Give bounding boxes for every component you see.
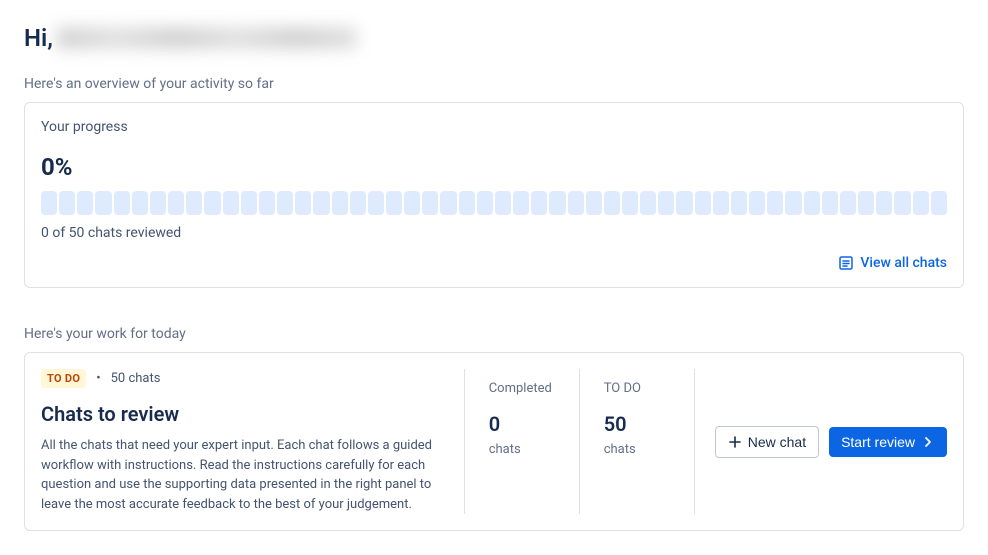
progress-block bbox=[785, 191, 801, 215]
progress-block bbox=[495, 191, 511, 215]
progress-block bbox=[622, 191, 638, 215]
work-description: All the chats that need your expert inpu… bbox=[41, 436, 444, 514]
progress-block bbox=[477, 191, 493, 215]
progress-status: 0 of 50 chats reviewed bbox=[41, 225, 947, 241]
todo-badge: TO DO bbox=[41, 369, 86, 388]
progress-block bbox=[404, 191, 420, 215]
progress-block bbox=[604, 191, 620, 215]
progress-block bbox=[658, 191, 674, 215]
progress-block bbox=[59, 191, 75, 215]
progress-card: Your progress 0% 0 of 50 chats reviewed … bbox=[24, 102, 964, 288]
progress-block bbox=[640, 191, 656, 215]
work-section-label: Here's your work for today bbox=[24, 326, 964, 342]
stat-todo-value: 50 bbox=[604, 412, 670, 436]
progress-block bbox=[731, 191, 747, 215]
progress-block bbox=[41, 191, 57, 215]
progress-block bbox=[894, 191, 910, 215]
progress-block bbox=[150, 191, 166, 215]
progress-block bbox=[440, 191, 456, 215]
progress-block bbox=[168, 191, 184, 215]
greeting-prefix: Hi, bbox=[24, 24, 53, 52]
progress-block bbox=[95, 191, 111, 215]
progress-block bbox=[241, 191, 257, 215]
progress-block bbox=[676, 191, 692, 215]
start-review-button[interactable]: Start review bbox=[829, 427, 947, 457]
progress-block bbox=[350, 191, 366, 215]
progress-block bbox=[549, 191, 565, 215]
progress-block bbox=[568, 191, 584, 215]
progress-block bbox=[531, 191, 547, 215]
progress-block bbox=[259, 191, 275, 215]
chevron-right-icon bbox=[921, 435, 935, 449]
greeting: Hi, bbox=[24, 24, 964, 52]
progress-block bbox=[822, 191, 838, 215]
progress-block bbox=[332, 191, 348, 215]
progress-block bbox=[876, 191, 892, 215]
progress-block bbox=[277, 191, 293, 215]
stat-completed-unit: chats bbox=[489, 442, 555, 457]
progress-block bbox=[386, 191, 402, 215]
new-chat-button[interactable]: New chat bbox=[715, 426, 819, 458]
progress-block bbox=[77, 191, 93, 215]
progress-label: Your progress bbox=[41, 119, 947, 135]
progress-block bbox=[186, 191, 202, 215]
work-title: Chats to review bbox=[41, 402, 444, 426]
work-card: TO DO • 50 chats Chats to review All the… bbox=[24, 352, 964, 531]
view-all-chats-link[interactable]: View all chats bbox=[838, 255, 947, 271]
new-chat-label: New chat bbox=[748, 434, 806, 450]
progress-block bbox=[204, 191, 220, 215]
stat-todo: TO DO 50 chats bbox=[579, 369, 694, 514]
progress-block bbox=[713, 191, 729, 215]
greeting-username-redacted bbox=[57, 27, 357, 49]
stat-completed: Completed 0 chats bbox=[464, 369, 579, 514]
stat-completed-label: Completed bbox=[489, 381, 555, 396]
chats-count: 50 chats bbox=[111, 371, 161, 386]
start-review-label: Start review bbox=[841, 434, 915, 450]
progress-block bbox=[313, 191, 329, 215]
stat-completed-value: 0 bbox=[489, 412, 555, 436]
progress-block bbox=[295, 191, 311, 215]
progress-block bbox=[695, 191, 711, 215]
progress-block bbox=[840, 191, 856, 215]
view-all-chats-label: View all chats bbox=[860, 255, 947, 271]
progress-block bbox=[422, 191, 438, 215]
overview-section-label: Here's an overview of your activity so f… bbox=[24, 76, 964, 92]
progress-block bbox=[767, 191, 783, 215]
progress-block bbox=[931, 191, 947, 215]
stat-todo-label: TO DO bbox=[604, 381, 670, 396]
progress-block bbox=[513, 191, 529, 215]
progress-bar bbox=[41, 191, 947, 215]
progress-percent: 0% bbox=[41, 153, 947, 181]
bullet-separator: • bbox=[96, 371, 100, 386]
progress-block bbox=[114, 191, 130, 215]
stat-todo-unit: chats bbox=[604, 442, 670, 457]
progress-block bbox=[132, 191, 148, 215]
progress-block bbox=[459, 191, 475, 215]
progress-block bbox=[586, 191, 602, 215]
list-icon bbox=[838, 255, 854, 271]
progress-block bbox=[368, 191, 384, 215]
progress-block bbox=[913, 191, 929, 215]
progress-block bbox=[804, 191, 820, 215]
progress-block bbox=[223, 191, 239, 215]
plus-icon bbox=[728, 435, 742, 449]
progress-block bbox=[858, 191, 874, 215]
progress-block bbox=[749, 191, 765, 215]
